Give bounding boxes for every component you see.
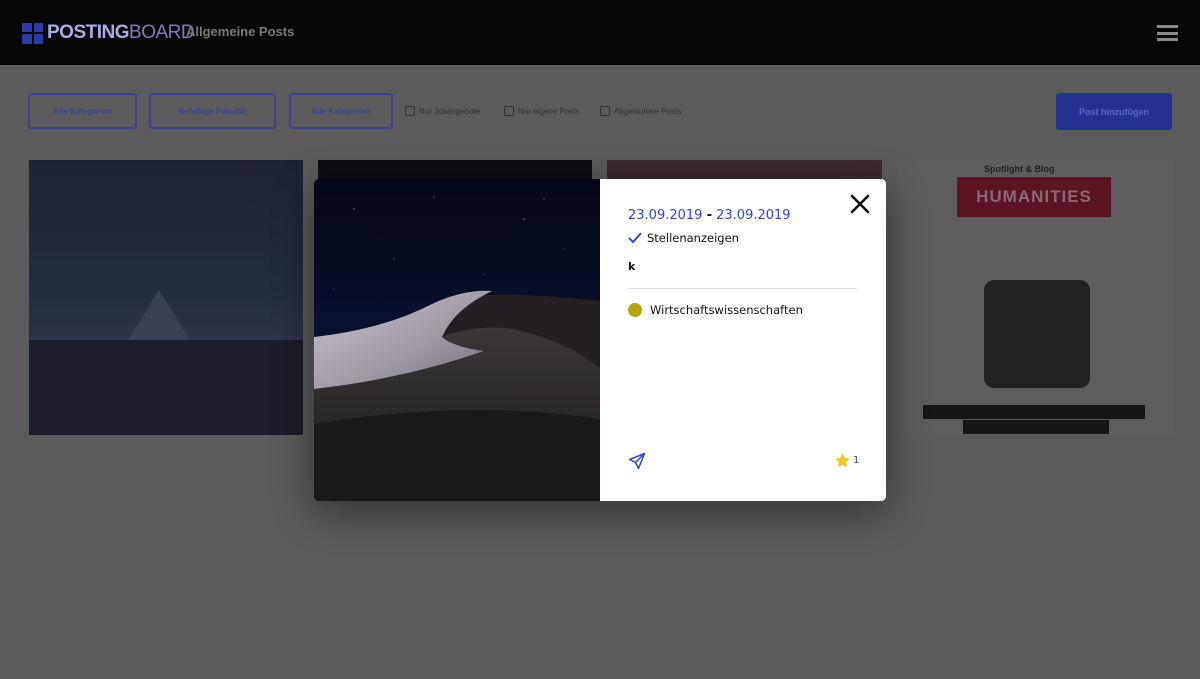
start-date: 23.09.2019 <box>628 208 703 223</box>
checkbox-box[interactable] <box>405 106 415 116</box>
forest-silhouette <box>29 340 303 435</box>
expired-posts-checkbox[interactable]: Abgelaufene Posts <box>600 104 681 118</box>
date-separator: - <box>706 208 712 223</box>
post-faculty: Wirtschaftswissenschaften <box>628 303 803 317</box>
category-label: Stellenanzeigen <box>647 231 739 245</box>
card-banner: HUMANITIES <box>957 177 1111 217</box>
favorite-button[interactable]: 1 <box>834 452 859 469</box>
logo-grid-icon <box>22 22 43 44</box>
own-posts-checkbox[interactable]: Nur eigene Posts <box>504 104 579 118</box>
star-icon[interactable] <box>834 452 851 469</box>
checkbox-label: Nur eigene Posts <box>518 106 580 116</box>
faculty-label: Wirtschaftswissenschaften <box>650 303 803 317</box>
card-caption-bar <box>963 420 1109 434</box>
end-date: 23.09.2019 <box>716 208 791 223</box>
checkbox-label: Abgelaufene Posts <box>614 106 682 116</box>
favorite-count: 1 <box>853 455 860 466</box>
close-icon[interactable] <box>849 193 871 215</box>
logo-bold-text: POSTING <box>47 22 130 43</box>
add-post-button[interactable]: Post hinzufügen <box>1056 93 1172 130</box>
post-title: k <box>628 260 636 273</box>
faculty-color-dot <box>628 303 642 317</box>
desert-dune-image <box>314 179 600 501</box>
logo-light-text: BOARD <box>129 22 195 43</box>
faculty-filter-button[interactable]: Beliebige Fakultät <box>149 93 276 129</box>
post-image <box>314 179 600 501</box>
send-icon[interactable] <box>628 452 646 470</box>
page-title: Allgemeine Posts <box>186 24 295 39</box>
post-category: Stellenanzeigen <box>628 231 739 245</box>
card-caption-bar <box>923 405 1145 419</box>
post-card[interactable] <box>29 160 303 435</box>
post-card[interactable]: Spotlight & Blog HUMANITIES <box>898 160 1174 435</box>
app-header: POSTINGBOARD Allgemeine Posts <box>0 0 1200 65</box>
jobs-only-checkbox[interactable]: Nur Jobangebote <box>405 104 480 118</box>
divider <box>628 288 857 289</box>
category-filter-button[interactable]: Alle Kategorien <box>28 93 137 129</box>
hamburger-menu-icon[interactable] <box>1157 25 1178 41</box>
card-heading: Spotlight & Blog <box>984 164 1055 174</box>
post-detail-modal <box>314 179 886 501</box>
logo-text: POSTINGBOARD <box>47 22 195 44</box>
post-date-range: 23.09.2019 - 23.09.2019 <box>628 208 791 223</box>
checkbox-box[interactable] <box>504 106 514 116</box>
checkbox-label: Nur Jobangebote <box>419 106 481 116</box>
checkbox-box[interactable] <box>600 106 610 116</box>
app-logo[interactable]: POSTINGBOARD <box>22 21 195 45</box>
checkmark-icon <box>628 232 642 243</box>
type-filter-button[interactable]: Alle Kategorien <box>289 93 393 129</box>
typewriter-image <box>984 280 1090 388</box>
